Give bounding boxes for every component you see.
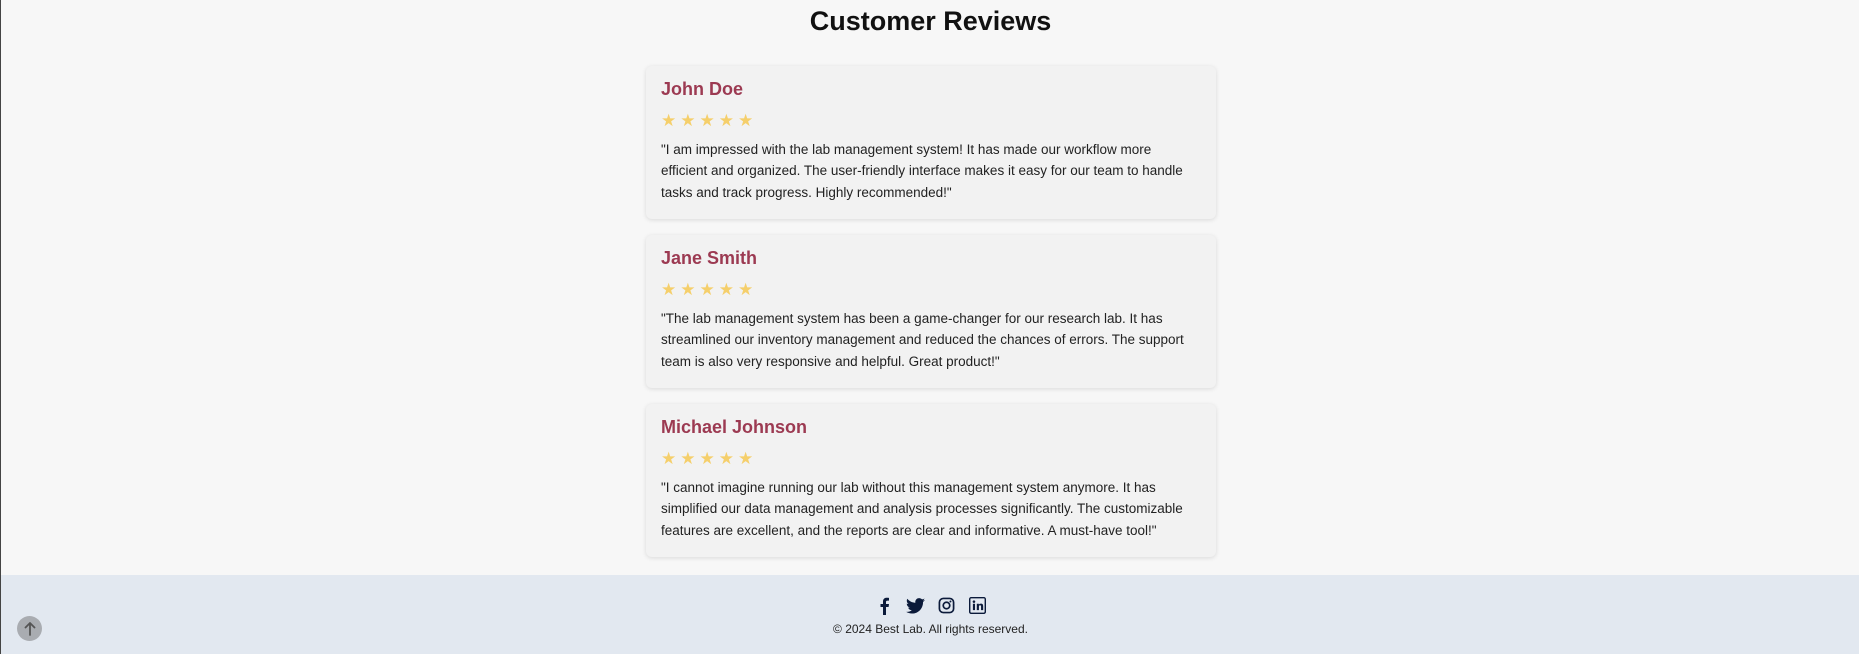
review-text: "The lab management system has been a ga… [661, 310, 1184, 369]
review-card: Jane Smith ★★★★★ "The lab management sys… [646, 235, 1216, 388]
rating-stars: ★★★★★ [661, 110, 758, 130]
twitter-icon[interactable] [905, 596, 925, 615]
reviewer-name: John Doe [661, 79, 744, 99]
back-to-top-button[interactable] [17, 616, 42, 641]
reviewer-name: Michael Johnson [661, 417, 808, 437]
facebook-icon[interactable] [875, 596, 894, 615]
review-text: "I am impressed with the lab management … [661, 141, 1183, 200]
linkedin-icon[interactable] [968, 596, 987, 615]
reviews-list: John Doe ★★★★★ "I am impressed with the … [646, 66, 1216, 573]
rating-stars: ★★★★★ [661, 279, 758, 299]
page-title: Customer Reviews [809, 6, 1052, 36]
copyright-text: © 2024 Best Lab. All rights reserved. [833, 622, 1028, 636]
rating-stars: ★★★★★ [661, 448, 758, 468]
reviewer-name: Jane Smith [661, 248, 758, 268]
arrow-up-icon [24, 621, 35, 636]
page: Customer Reviews John Doe ★★★★★ "I am im… [0, 0, 1859, 654]
review-card: Michael Johnson ★★★★★ "I cannot imagine … [646, 404, 1216, 557]
review-text: "I cannot imagine running our lab withou… [661, 479, 1183, 538]
instagram-icon[interactable] [937, 596, 956, 615]
social-links [1, 596, 1859, 615]
footer: © 2024 Best Lab. All rights reserved. [1, 575, 1859, 654]
review-card: John Doe ★★★★★ "I am impressed with the … [646, 66, 1216, 219]
